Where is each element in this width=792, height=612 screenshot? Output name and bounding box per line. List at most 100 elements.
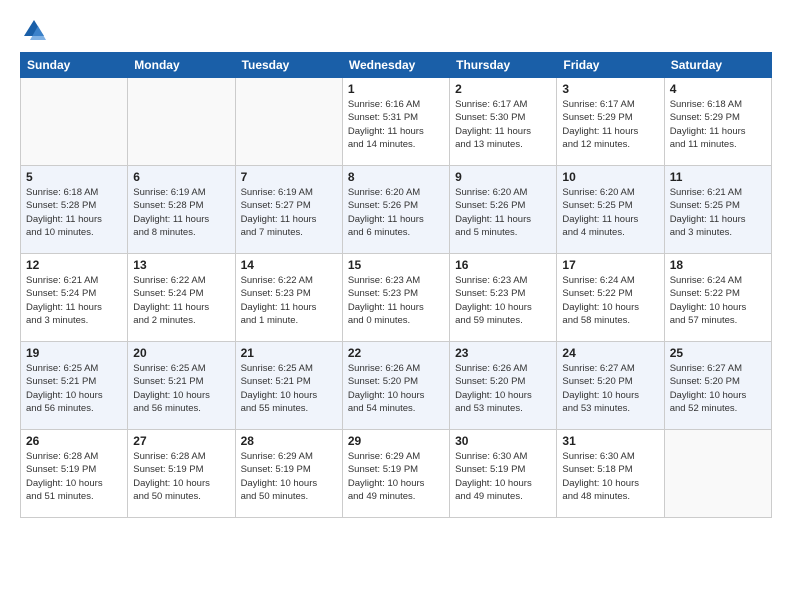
weekday-header-monday: Monday — [128, 53, 235, 78]
day-number: 26 — [26, 434, 122, 448]
calendar-day-cell: 11 Sunrise: 6:21 AM Sunset: 5:25 PM Dayli… — [664, 166, 771, 254]
day-info: Sunrise: 6:18 AM Sunset: 5:28 PM Dayligh… — [26, 186, 122, 239]
day-number: 25 — [670, 346, 766, 360]
day-number: 1 — [348, 82, 444, 96]
day-info: Sunrise: 6:19 AM Sunset: 5:27 PM Dayligh… — [241, 186, 337, 239]
day-info: Sunrise: 6:20 AM Sunset: 5:26 PM Dayligh… — [348, 186, 444, 239]
day-info: Sunrise: 6:21 AM Sunset: 5:24 PM Dayligh… — [26, 274, 122, 327]
day-info: Sunrise: 6:24 AM Sunset: 5:22 PM Dayligh… — [562, 274, 658, 327]
day-info: Sunrise: 6:21 AM Sunset: 5:25 PM Dayligh… — [670, 186, 766, 239]
calendar-day-cell: 4Sunrise: 6:18 AM Sunset: 5:29 PM Daylig… — [664, 78, 771, 166]
calendar-day-cell: 17 Sunrise: 6:24 AM Sunset: 5:22 PM Dayli… — [557, 254, 664, 342]
day-info: Sunrise: 6:25 AM Sunset: 5:21 PM Dayligh… — [26, 362, 122, 415]
day-number: 15 — [348, 258, 444, 272]
day-number: 18 — [670, 258, 766, 272]
calendar-day-cell: 24 Sunrise: 6:27 AM Sunset: 5:20 PM Dayli… — [557, 342, 664, 430]
calendar-day-cell: 3Sunrise: 6:17 AM Sunset: 5:29 PM Daylig… — [557, 78, 664, 166]
day-info: Sunrise: 6:16 AM Sunset: 5:31 PM Dayligh… — [348, 98, 444, 151]
calendar-day-cell — [128, 78, 235, 166]
day-info: Sunrise: 6:27 AM Sunset: 5:20 PM Dayligh… — [562, 362, 658, 415]
calendar-day-cell: 8 Sunrise: 6:20 AM Sunset: 5:26 PM Daylig… — [342, 166, 449, 254]
calendar-day-cell: 10 Sunrise: 6:20 AM Sunset: 5:25 PM Dayli… — [557, 166, 664, 254]
calendar-day-cell — [21, 78, 128, 166]
page-header — [20, 16, 772, 44]
calendar-week-row: 19 Sunrise: 6:25 AM Sunset: 5:21 PM Dayli… — [21, 342, 772, 430]
day-info: Sunrise: 6:27 AM Sunset: 5:20 PM Dayligh… — [670, 362, 766, 415]
day-number: 27 — [133, 434, 229, 448]
day-number: 22 — [348, 346, 444, 360]
calendar-day-cell: 1 Sunrise: 6:16 AM Sunset: 5:31 PM Daylig… — [342, 78, 449, 166]
day-info: Sunrise: 6:25 AM Sunset: 5:21 PM Dayligh… — [241, 362, 337, 415]
logo — [20, 16, 52, 44]
day-info: Sunrise: 6:29 AM Sunset: 5:19 PM Dayligh… — [348, 450, 444, 503]
day-info: Sunrise: 6:26 AM Sunset: 5:20 PM Dayligh… — [348, 362, 444, 415]
calendar-day-cell: 25 Sunrise: 6:27 AM Sunset: 5:20 PM Dayli… — [664, 342, 771, 430]
day-info: Sunrise: 6:30 AM Sunset: 5:18 PM Dayligh… — [562, 450, 658, 503]
day-info: Sunrise: 6:25 AM Sunset: 5:21 PM Dayligh… — [133, 362, 229, 415]
calendar-day-cell: 23 Sunrise: 6:26 AM Sunset: 5:20 PM Dayli… — [450, 342, 557, 430]
day-number: 21 — [241, 346, 337, 360]
calendar-day-cell: 14 Sunrise: 6:22 AM Sunset: 5:23 PM Dayli… — [235, 254, 342, 342]
day-info: Sunrise: 6:19 AM Sunset: 5:28 PM Dayligh… — [133, 186, 229, 239]
calendar-day-cell: 12Sunrise: 6:21 AM Sunset: 5:24 PM Dayli… — [21, 254, 128, 342]
day-info: Sunrise: 6:23 AM Sunset: 5:23 PM Dayligh… — [348, 274, 444, 327]
day-number: 9 — [455, 170, 551, 184]
day-number: 16 — [455, 258, 551, 272]
calendar-day-cell: 16 Sunrise: 6:23 AM Sunset: 5:23 PM Dayli… — [450, 254, 557, 342]
weekday-header-sunday: Sunday — [21, 53, 128, 78]
calendar-day-cell: 28 Sunrise: 6:29 AM Sunset: 5:19 PM Dayli… — [235, 430, 342, 518]
day-info: Sunrise: 6:24 AM Sunset: 5:22 PM Dayligh… — [670, 274, 766, 327]
calendar-day-cell — [664, 430, 771, 518]
calendar-day-cell: 15 Sunrise: 6:23 AM Sunset: 5:23 PM Dayli… — [342, 254, 449, 342]
calendar-week-row: 12Sunrise: 6:21 AM Sunset: 5:24 PM Dayli… — [21, 254, 772, 342]
calendar-day-cell: 18 Sunrise: 6:24 AM Sunset: 5:22 PM Dayli… — [664, 254, 771, 342]
day-number: 4 — [670, 82, 766, 96]
calendar-day-cell: 21 Sunrise: 6:25 AM Sunset: 5:21 PM Dayli… — [235, 342, 342, 430]
day-number: 6 — [133, 170, 229, 184]
day-number: 24 — [562, 346, 658, 360]
weekday-header-row: SundayMondayTuesdayWednesdayThursdayFrid… — [21, 53, 772, 78]
day-number: 13 — [133, 258, 229, 272]
day-number: 14 — [241, 258, 337, 272]
day-number: 19 — [26, 346, 122, 360]
day-number: 31 — [562, 434, 658, 448]
day-info: Sunrise: 6:20 AM Sunset: 5:25 PM Dayligh… — [562, 186, 658, 239]
weekday-header-friday: Friday — [557, 53, 664, 78]
day-info: Sunrise: 6:28 AM Sunset: 5:19 PM Dayligh… — [133, 450, 229, 503]
day-number: 30 — [455, 434, 551, 448]
calendar-day-cell: 7 Sunrise: 6:19 AM Sunset: 5:27 PM Daylig… — [235, 166, 342, 254]
day-number: 7 — [241, 170, 337, 184]
day-info: Sunrise: 6:28 AM Sunset: 5:19 PM Dayligh… — [26, 450, 122, 503]
day-info: Sunrise: 6:23 AM Sunset: 5:23 PM Dayligh… — [455, 274, 551, 327]
calendar-day-cell: 2 Sunrise: 6:17 AM Sunset: 5:30 PM Daylig… — [450, 78, 557, 166]
day-number: 5 — [26, 170, 122, 184]
day-number: 28 — [241, 434, 337, 448]
day-info: Sunrise: 6:29 AM Sunset: 5:19 PM Dayligh… — [241, 450, 337, 503]
day-number: 11 — [670, 170, 766, 184]
day-number: 10 — [562, 170, 658, 184]
weekday-header-saturday: Saturday — [664, 53, 771, 78]
calendar-day-cell — [235, 78, 342, 166]
calendar-day-cell: 9 Sunrise: 6:20 AM Sunset: 5:26 PM Daylig… — [450, 166, 557, 254]
calendar-table: SundayMondayTuesdayWednesdayThursdayFrid… — [20, 52, 772, 518]
day-info: Sunrise: 6:17 AM Sunset: 5:29 PM Dayligh… — [562, 98, 658, 151]
day-info: Sunrise: 6:20 AM Sunset: 5:26 PM Dayligh… — [455, 186, 551, 239]
weekday-header-wednesday: Wednesday — [342, 53, 449, 78]
day-info: Sunrise: 6:17 AM Sunset: 5:30 PM Dayligh… — [455, 98, 551, 151]
day-info: Sunrise: 6:26 AM Sunset: 5:20 PM Dayligh… — [455, 362, 551, 415]
calendar-day-cell: 30Sunrise: 6:30 AM Sunset: 5:19 PM Dayli… — [450, 430, 557, 518]
day-number: 8 — [348, 170, 444, 184]
day-number: 2 — [455, 82, 551, 96]
day-number: 23 — [455, 346, 551, 360]
day-info: Sunrise: 6:22 AM Sunset: 5:23 PM Dayligh… — [241, 274, 337, 327]
calendar-week-row: 1 Sunrise: 6:16 AM Sunset: 5:31 PM Daylig… — [21, 78, 772, 166]
calendar-day-cell: 27 Sunrise: 6:28 AM Sunset: 5:19 PM Dayli… — [128, 430, 235, 518]
day-number: 29 — [348, 434, 444, 448]
calendar-day-cell: 6 Sunrise: 6:19 AM Sunset: 5:28 PM Daylig… — [128, 166, 235, 254]
logo-icon — [20, 16, 48, 44]
calendar-day-cell: 22 Sunrise: 6:26 AM Sunset: 5:20 PM Dayli… — [342, 342, 449, 430]
calendar-week-row: 5 Sunrise: 6:18 AM Sunset: 5:28 PM Daylig… — [21, 166, 772, 254]
calendar-week-row: 26 Sunrise: 6:28 AM Sunset: 5:19 PM Dayli… — [21, 430, 772, 518]
day-number: 17 — [562, 258, 658, 272]
day-number: 20 — [133, 346, 229, 360]
